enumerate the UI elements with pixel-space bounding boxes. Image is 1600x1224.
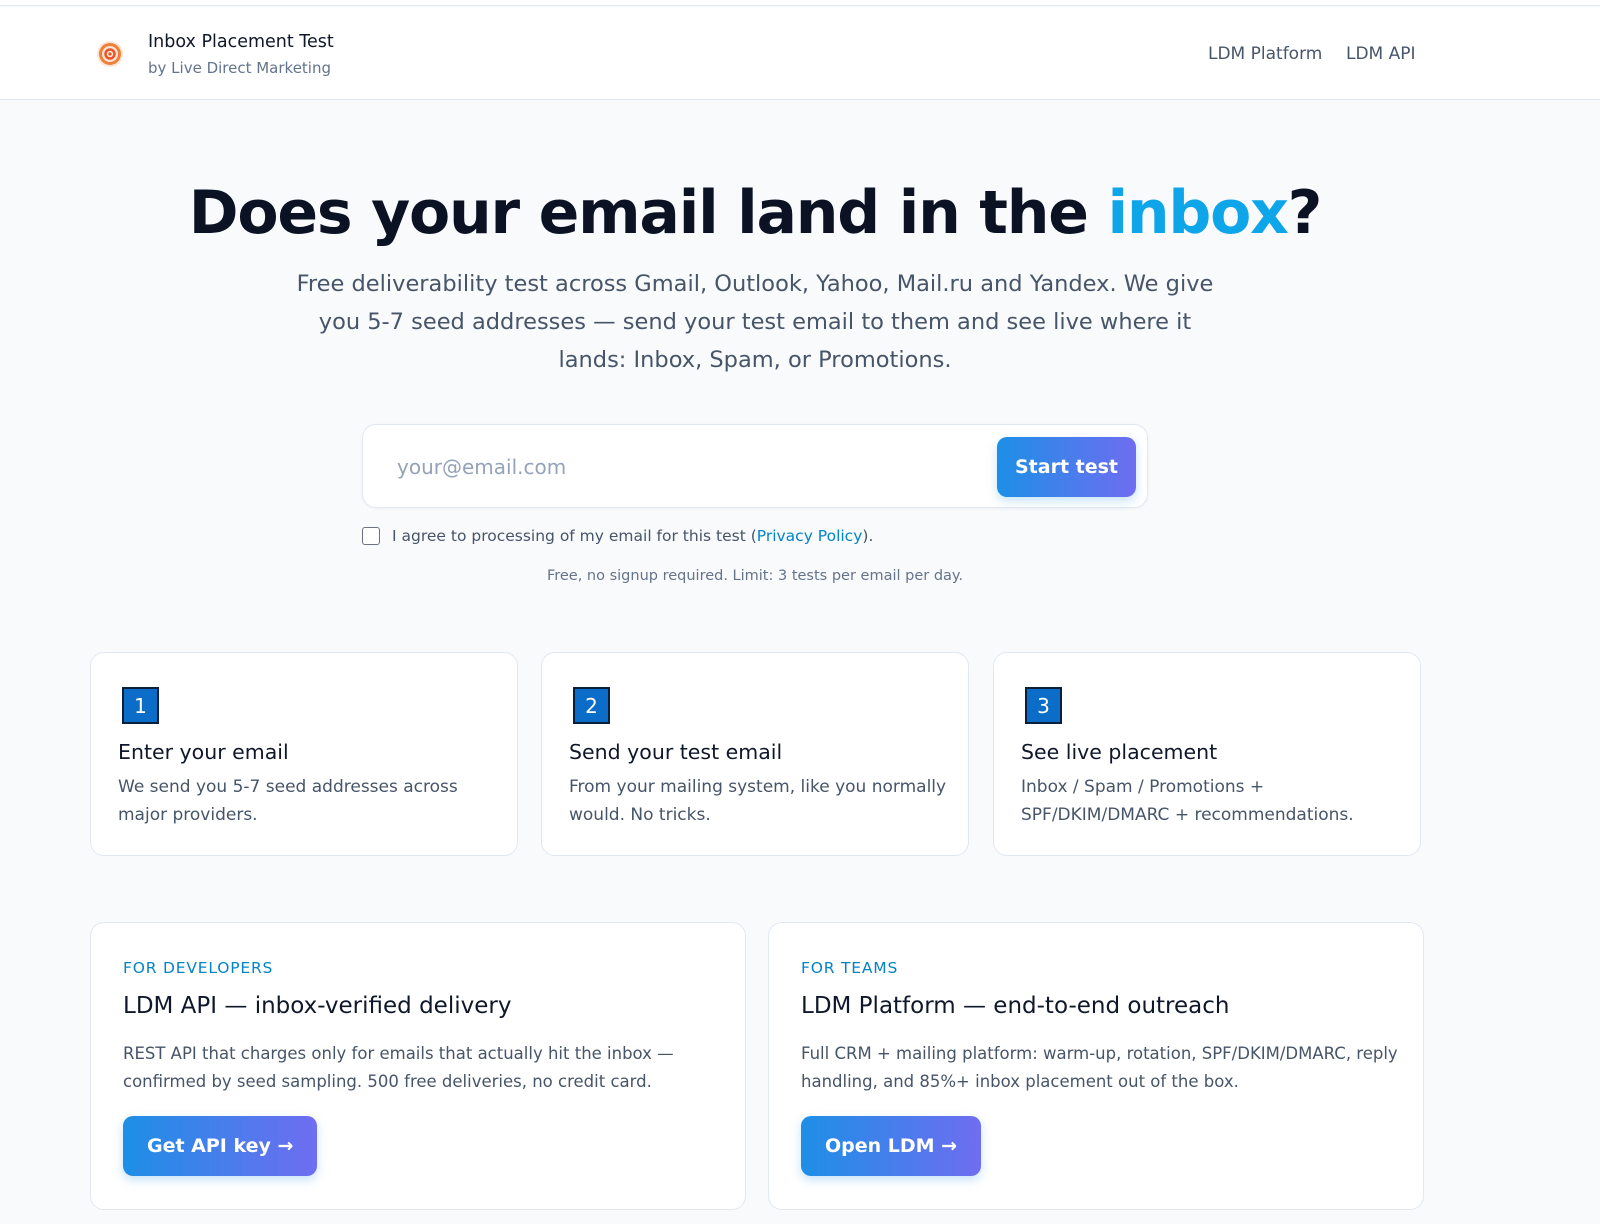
promo-description: REST API that charges only for emails th… xyxy=(123,1044,674,1091)
consent-row: I agree to processing of my email for th… xyxy=(362,527,873,545)
step-card-3: 3 See live placement Inbox / Spam / Prom… xyxy=(993,652,1421,856)
promo-title: LDM Platform — end-to-end outreach xyxy=(801,993,1230,1019)
consent-prefix: I agree to processing of my email for th… xyxy=(392,527,757,545)
site-header: Inbox Placement Test by Live Direct Mark… xyxy=(0,7,1600,100)
promo-eyebrow: FOR TEAMS xyxy=(801,959,899,977)
brand-title: Inbox Placement Test xyxy=(148,32,334,52)
email-form: Start test xyxy=(362,424,1148,508)
hero-title-suffix: ? xyxy=(1287,178,1323,248)
limit-note: Free, no signup required. Limit: 3 tests… xyxy=(546,568,964,584)
top-border xyxy=(0,0,1600,6)
promo-card-developers: FOR DEVELOPERS LDM API — inbox-verified … xyxy=(90,922,746,1210)
consent-label: I agree to processing of my email for th… xyxy=(392,527,873,545)
step-description: From your mailing system, like you norma… xyxy=(569,777,947,825)
start-test-button[interactable]: Start test xyxy=(997,437,1136,497)
promo-card-teams: FOR TEAMS LDM Platform — end-to-end outr… xyxy=(768,922,1424,1210)
hero-title-prefix: Does your email land in the xyxy=(188,178,1108,248)
step-title: Enter your email xyxy=(118,740,289,764)
promo-eyebrow: FOR DEVELOPERS xyxy=(123,959,274,977)
hero-title: Does your email land in the inbox? xyxy=(0,178,1510,248)
step-description: We send you 5-7 seed addresses across ma… xyxy=(118,777,458,825)
nav-link-ldm-platform[interactable]: LDM Platform xyxy=(1208,44,1322,64)
consent-checkbox[interactable] xyxy=(362,527,380,545)
nav-link-ldm-api[interactable]: LDM API xyxy=(1346,44,1416,64)
step-number-badge: 1 xyxy=(122,687,159,724)
get-api-key-button[interactable]: Get API key → xyxy=(123,1116,318,1176)
step-title: Send your test email xyxy=(569,740,783,764)
brand-subtitle: by Live Direct Marketing xyxy=(148,59,332,77)
promo-title: LDM API — inbox-verified delivery xyxy=(123,993,512,1019)
step-card-2: 2 Send your test email From your mailing… xyxy=(541,652,969,856)
email-input[interactable] xyxy=(377,439,977,495)
step-card-1: 1 Enter your email We send you 5-7 seed … xyxy=(90,652,518,856)
step-description: Inbox / Spam / Promotions + SPF/DKIM/DMA… xyxy=(1021,777,1354,825)
hero-description: Free deliverability test across Gmail, O… xyxy=(296,271,1214,373)
promo-description: Full CRM + mailing platform: warm-up, ro… xyxy=(801,1044,1398,1091)
consent-suffix: ). xyxy=(862,527,874,545)
privacy-policy-link[interactable]: Privacy Policy xyxy=(757,527,863,545)
target-icon[interactable] xyxy=(95,39,125,69)
open-ldm-button[interactable]: Open LDM → xyxy=(801,1116,982,1176)
step-number-badge: 2 xyxy=(573,687,610,724)
step-title: See live placement xyxy=(1021,740,1218,764)
step-number-badge: 3 xyxy=(1025,687,1062,724)
hero-title-accent: inbox xyxy=(1107,178,1288,248)
